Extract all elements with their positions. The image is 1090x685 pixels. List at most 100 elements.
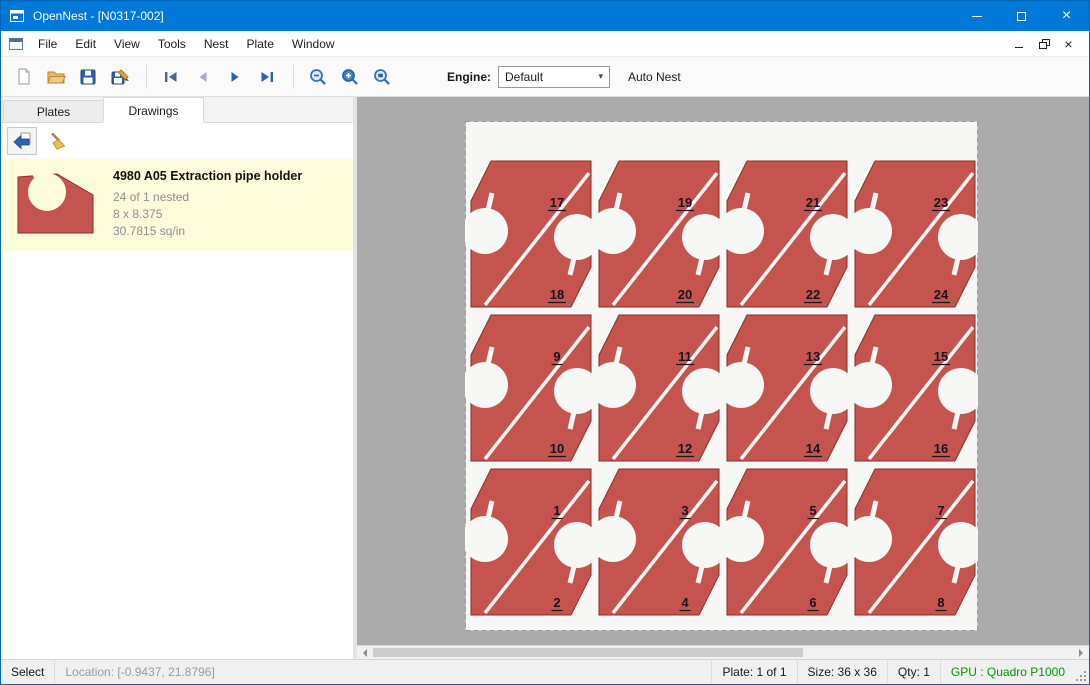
part-number: 14 bbox=[806, 441, 821, 456]
plate-view[interactable]: 171819202122232491011121314151612345678 bbox=[465, 121, 978, 631]
part-number: 13 bbox=[806, 349, 820, 364]
new-button[interactable] bbox=[9, 62, 39, 92]
save-button[interactable] bbox=[73, 62, 103, 92]
save-as-button[interactable] bbox=[105, 62, 135, 92]
part-number: 20 bbox=[678, 287, 692, 302]
clean-button[interactable] bbox=[43, 127, 73, 155]
status-size: Size: 36 x 36 bbox=[798, 665, 887, 679]
minimize-button[interactable] bbox=[954, 1, 999, 31]
scrollbar-thumb[interactable] bbox=[373, 648, 803, 657]
nested-part-pair[interactable]: 1516 bbox=[846, 315, 978, 461]
nested-part-pair[interactable]: 1920 bbox=[590, 161, 728, 307]
go-previous-icon bbox=[194, 68, 212, 86]
zoom-in-button[interactable] bbox=[335, 62, 365, 92]
drawing-title: 4980 A05 Extraction pipe holder bbox=[113, 169, 302, 183]
status-qty: Qty: 1 bbox=[888, 665, 940, 679]
nesting-canvas[interactable]: 171819202122232491011121314151612345678 bbox=[357, 97, 1089, 659]
scroll-right-icon bbox=[1079, 649, 1087, 657]
part-number: 24 bbox=[934, 287, 949, 302]
zoom-out-button[interactable] bbox=[303, 62, 333, 92]
menu-view[interactable]: View bbox=[105, 31, 149, 57]
part-number: 8 bbox=[937, 595, 944, 610]
mdi-restore-button[interactable] bbox=[1031, 34, 1056, 54]
mdi-close-button[interactable]: × bbox=[1056, 34, 1081, 54]
next-plate-button[interactable] bbox=[220, 62, 250, 92]
send-to-nest-button[interactable] bbox=[7, 127, 37, 155]
part-number: 23 bbox=[934, 195, 948, 210]
app-icon bbox=[9, 8, 25, 24]
zoom-extents-button[interactable] bbox=[367, 62, 397, 92]
mdi-minimize-button[interactable] bbox=[1006, 34, 1031, 54]
part-number: 7 bbox=[937, 503, 944, 518]
part-number: 18 bbox=[550, 287, 564, 302]
main-toolbar: Engine: Default ▾ Auto Nest bbox=[1, 57, 1089, 97]
engine-value: Default bbox=[505, 70, 543, 84]
toolbar-separator bbox=[293, 65, 294, 89]
sidebar-toolbar bbox=[1, 123, 353, 159]
part-number: 21 bbox=[806, 195, 820, 210]
minimize-icon bbox=[972, 16, 982, 17]
menu-edit[interactable]: Edit bbox=[66, 31, 105, 57]
app-window: OpenNest - [N0317-002] × File Edit View … bbox=[0, 0, 1090, 685]
maximize-icon bbox=[1017, 12, 1026, 21]
previous-plate-button[interactable] bbox=[188, 62, 218, 92]
zoom-extents-icon bbox=[372, 67, 392, 87]
menu-file[interactable]: File bbox=[29, 31, 66, 57]
part-number: 3 bbox=[681, 503, 688, 518]
part-number: 9 bbox=[553, 349, 560, 364]
statusbar: Select Location: [-0.9437, 21.8796] Plat… bbox=[1, 659, 1089, 684]
nested-part-pair[interactable]: 910 bbox=[465, 315, 600, 461]
part-number: 12 bbox=[678, 441, 692, 456]
part-thumbnail bbox=[13, 167, 99, 243]
broom-icon bbox=[48, 131, 68, 151]
drawing-area: 30.7815 sq/in bbox=[113, 223, 302, 240]
last-plate-button[interactable] bbox=[252, 62, 282, 92]
nested-part-pair[interactable]: 12 bbox=[465, 469, 600, 615]
first-plate-button[interactable] bbox=[156, 62, 186, 92]
chevron-down-icon: ▾ bbox=[598, 71, 603, 82]
close-button[interactable]: × bbox=[1044, 1, 1089, 31]
drawing-nested-count: 24 of 1 nested bbox=[113, 189, 302, 206]
status-mode: Select bbox=[1, 665, 54, 679]
document-icon[interactable] bbox=[8, 36, 24, 52]
menu-nest[interactable]: Nest bbox=[195, 31, 238, 57]
scrollbar-track[interactable] bbox=[371, 646, 1075, 659]
titlebar: OpenNest - [N0317-002] × bbox=[1, 1, 1089, 31]
open-button[interactable] bbox=[41, 62, 71, 92]
menu-tools[interactable]: Tools bbox=[149, 31, 195, 57]
zoom-in-icon bbox=[340, 67, 360, 87]
toolbar-separator bbox=[146, 65, 147, 89]
part-number: 22 bbox=[806, 287, 820, 302]
tab-drawings[interactable]: Drawings bbox=[103, 97, 204, 123]
maximize-button[interactable] bbox=[999, 1, 1044, 31]
scroll-left-button[interactable] bbox=[357, 646, 371, 660]
open-folder-icon bbox=[46, 67, 66, 87]
nested-part-pair[interactable]: 56 bbox=[718, 469, 856, 615]
tab-plates[interactable]: Plates bbox=[3, 100, 104, 122]
drawing-list: 4980 A05 Extraction pipe holder 24 of 1 … bbox=[1, 159, 353, 659]
content-area: Plates Drawings bbox=[1, 97, 1089, 659]
menu-window[interactable]: Window bbox=[283, 31, 344, 57]
engine-select[interactable]: Default ▾ bbox=[498, 66, 610, 88]
resize-grip[interactable] bbox=[1075, 670, 1089, 684]
part-number: 4 bbox=[681, 595, 689, 610]
drawing-size: 8 x 8.375 bbox=[113, 206, 302, 223]
horizontal-scrollbar[interactable] bbox=[357, 645, 1089, 659]
titlebar-buttons: × bbox=[954, 1, 1089, 31]
drawing-item-info: 4980 A05 Extraction pipe holder 24 of 1 … bbox=[113, 167, 302, 243]
scroll-right-button[interactable] bbox=[1075, 646, 1089, 660]
nested-part-pair[interactable]: 21 22 bbox=[718, 161, 856, 307]
nested-part-pair[interactable]: 78 bbox=[846, 469, 978, 615]
save-icon bbox=[78, 67, 98, 87]
nested-part-pair[interactable]: 23 24 bbox=[846, 161, 978, 307]
nested-part-pair[interactable]: 1112 bbox=[590, 315, 728, 461]
mdi-minimize-icon bbox=[1015, 47, 1023, 48]
nested-part-pair[interactable]: 34 bbox=[590, 469, 728, 615]
menu-plate[interactable]: Plate bbox=[238, 31, 283, 57]
part-number: 5 bbox=[809, 503, 816, 518]
engine-label: Engine: bbox=[447, 70, 491, 84]
nested-part-pair[interactable]: 1718 bbox=[465, 161, 600, 307]
drawing-list-item[interactable]: 4980 A05 Extraction pipe holder 24 of 1 … bbox=[1, 159, 353, 251]
nested-part-pair[interactable]: 13 14 bbox=[718, 315, 856, 461]
auto-nest-button[interactable]: Auto Nest bbox=[628, 70, 681, 84]
